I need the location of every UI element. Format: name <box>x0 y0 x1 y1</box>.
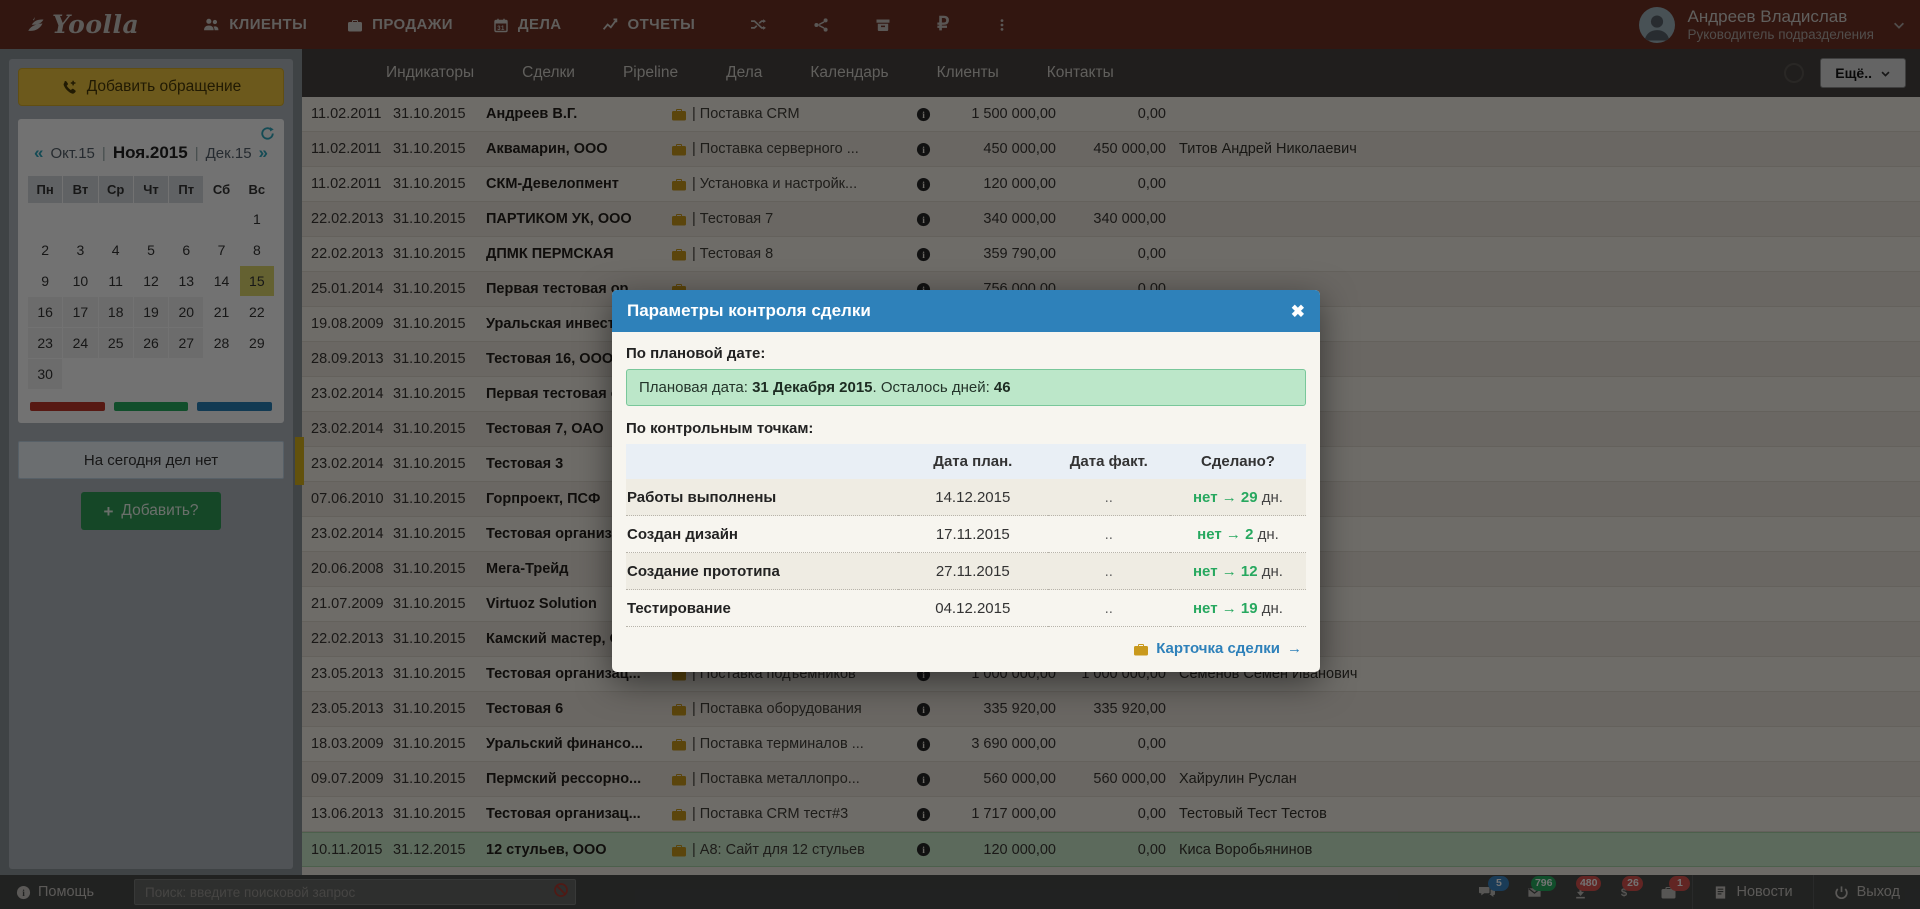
milestone-name: Создан дизайн <box>626 515 898 553</box>
modal-footer: Карточка сделки → <box>626 627 1306 659</box>
planned-date-value: 31 Декабря 2015 <box>752 379 873 396</box>
milestone-plan-date: 27.11.2015 <box>898 552 1048 590</box>
milestone-row: Создан дизайн 17.11.2015 .. нет → 2 дн. <box>626 515 1306 553</box>
days-unit: дн. <box>1257 525 1279 543</box>
days-left-value: 46 <box>993 379 1011 396</box>
milestone-fact-date: .. <box>1047 479 1170 516</box>
days-unit: дн. <box>1261 562 1283 580</box>
planned-date-section-label: По плановой дате: <box>626 345 766 362</box>
arrow-right-icon: → <box>1225 525 1246 543</box>
days-left-prefix: . Осталось дней: <box>872 379 994 396</box>
milestone-name: Создание прототипа <box>626 552 898 590</box>
milestone-row: Тестирование 04.12.2015 .. нет → 19 дн. <box>626 589 1306 627</box>
milestone-column-header: Сделано? <box>1169 444 1306 479</box>
deal-card-link[interactable]: Карточка сделки → <box>1133 640 1302 657</box>
deal-control-modal: Параметры контроля сделки ✖ По плановой … <box>612 290 1320 672</box>
milestone-done-status: нет → 19 дн. <box>1169 589 1306 627</box>
milestone-done-status: нет → 29 дн. <box>1169 479 1306 516</box>
milestone-done-status: нет → 12 дн. <box>1169 552 1306 590</box>
days-unit: дн. <box>1261 599 1283 617</box>
deal-card-link-label: Карточка сделки <box>1156 640 1280 657</box>
arrow-right-icon: → <box>1221 562 1241 580</box>
done-value: нет <box>1193 599 1218 617</box>
done-value: нет <box>1197 525 1222 543</box>
modal-header: Параметры контроля сделки ✖ <box>612 290 1320 332</box>
done-value: нет <box>1193 562 1218 580</box>
milestone-row: Создание прототипа 27.11.2015 .. нет → 1… <box>626 552 1306 590</box>
days-value: 2 <box>1245 525 1254 543</box>
milestone-fact-date: .. <box>1047 552 1170 590</box>
briefcase-icon <box>1133 641 1149 657</box>
modal-body: По плановой дате: Плановая дата: 31 Дека… <box>612 332 1320 672</box>
arrow-right-icon: → <box>1287 640 1302 657</box>
days-value: 19 <box>1240 599 1258 617</box>
arrow-right-icon: → <box>1221 599 1241 617</box>
milestone-plan-date: 17.11.2015 <box>898 515 1048 553</box>
milestone-fact-date: .. <box>1047 589 1170 627</box>
arrow-right-icon: → <box>1221 488 1241 506</box>
close-icon[interactable]: ✖ <box>1291 303 1305 320</box>
modal-title: Параметры контроля сделки <box>627 301 871 320</box>
days-value: 29 <box>1240 488 1258 506</box>
milestones-section-label: По контрольным точкам: <box>626 420 814 437</box>
days-unit: дн. <box>1261 488 1283 506</box>
milestone-name: Тестирование <box>626 589 898 627</box>
milestone-fact-date: .. <box>1047 515 1170 553</box>
milestone-column-header <box>626 444 898 479</box>
milestone-column-header: Дата факт. <box>1047 444 1170 479</box>
days-value: 12 <box>1240 562 1258 580</box>
milestones-table: Дата план. Дата факт. Сделано? Работы выпо… <box>626 444 1306 627</box>
milestone-column-header: Дата план. <box>898 444 1048 479</box>
planned-date-box: Плановая дата: 31 Декабря 2015. Осталось… <box>626 369 1306 406</box>
done-value: нет <box>1193 488 1218 506</box>
planned-date-prefix: Плановая дата: <box>639 379 753 396</box>
milestone-name: Работы выполнены <box>626 479 898 516</box>
milestone-plan-date: 14.12.2015 <box>898 479 1048 516</box>
milestone-plan-date: 04.12.2015 <box>898 589 1048 627</box>
milestone-row: Работы выполнены 14.12.2015 .. нет → 29 … <box>626 479 1306 516</box>
milestone-done-status: нет → 2 дн. <box>1169 515 1306 553</box>
